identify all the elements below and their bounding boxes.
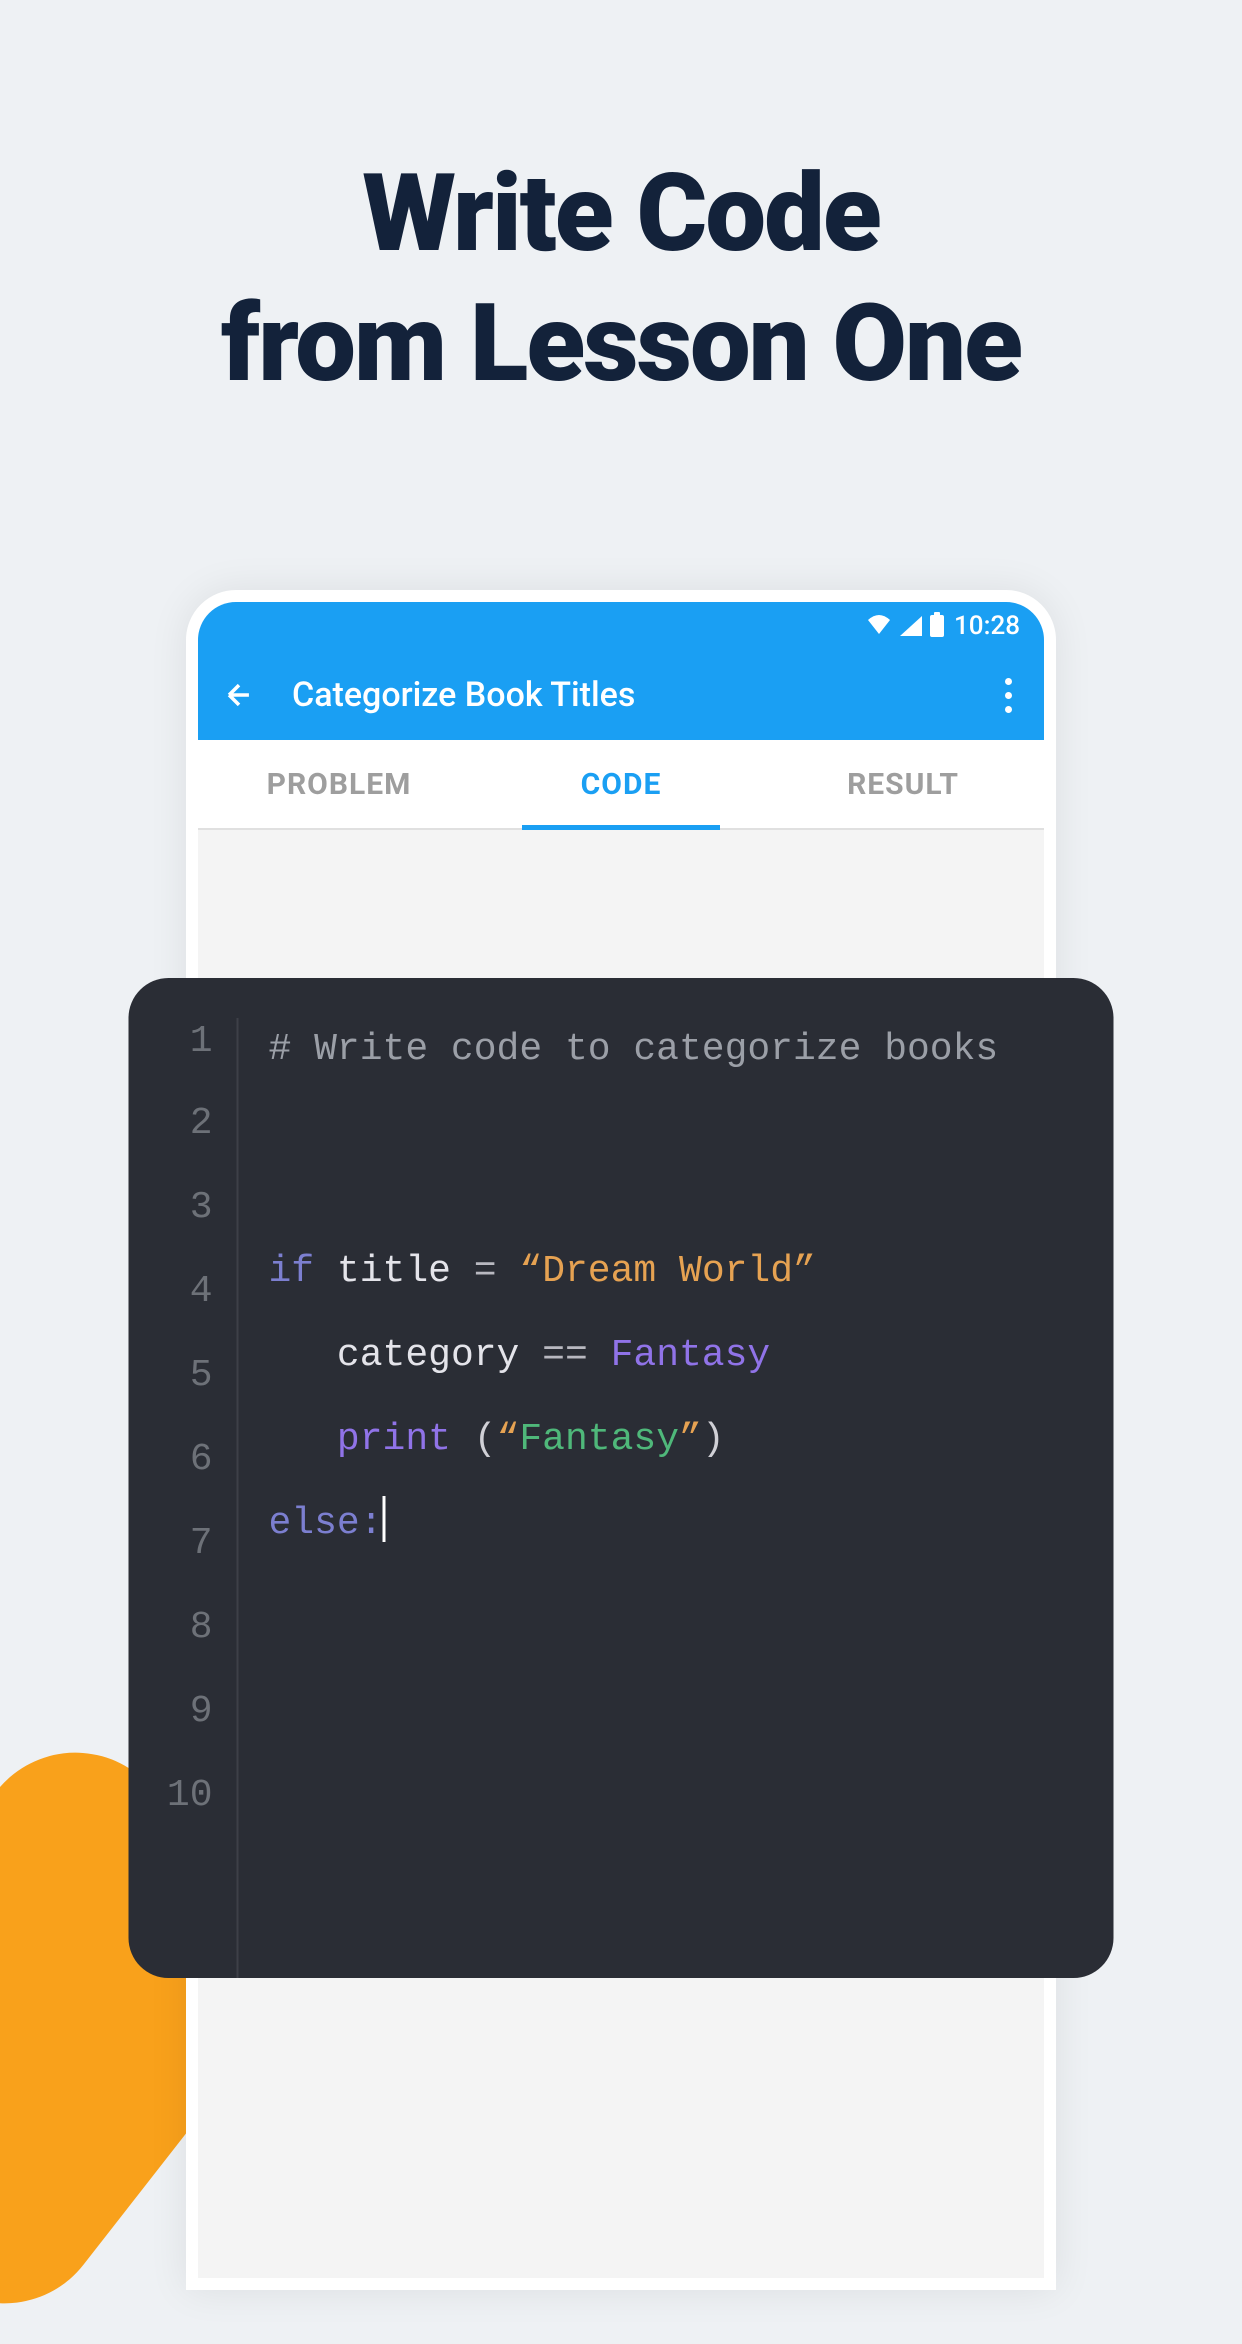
code-line-3: if title = “Dream World” — [269, 1230, 1094, 1314]
code-op: == — [542, 1334, 588, 1377]
tab-problem[interactable]: PROBLEM — [198, 740, 480, 828]
code-line-6: else: — [269, 1482, 1094, 1566]
tabs: PROBLEM CODE RESULT — [198, 740, 1044, 830]
back-arrow-icon[interactable] — [222, 678, 256, 712]
code-quote: ” — [793, 1250, 816, 1293]
line-numbers: 1 2 3 4 5 6 7 8 9 10 — [129, 1018, 239, 1978]
code-var: title — [337, 1250, 451, 1293]
headline-line2: from Lesson One — [221, 281, 1021, 407]
headline: Write Code from Lesson One — [0, 0, 1242, 409]
tab-problem-label: PROBLEM — [267, 767, 412, 802]
code-editor[interactable]: 1 2 3 4 5 6 7 8 9 10 # Write code to cat… — [129, 978, 1114, 1978]
status-bar: 10:28 — [198, 602, 1044, 650]
code-keyword: else: — [269, 1502, 383, 1545]
signal-icon — [900, 616, 922, 636]
line-number: 2 — [190, 1082, 213, 1166]
headline-line1: Write Code — [362, 151, 879, 277]
tab-result-label: RESULT — [847, 767, 959, 802]
code-quote: “ — [497, 1418, 520, 1461]
tab-result[interactable]: RESULT — [762, 740, 1044, 828]
line-number: 6 — [190, 1418, 213, 1502]
page-title: Categorize Book Titles — [292, 675, 635, 715]
code-quote: “ — [519, 1250, 542, 1293]
line-number: 5 — [190, 1334, 213, 1418]
line-number: 10 — [167, 1754, 213, 1838]
code-line-8 — [269, 1650, 1094, 1734]
code-line-1: # Write code to categorize books — [269, 1018, 1094, 1146]
code-paren: ) — [702, 1418, 725, 1461]
line-number: 1 — [190, 1018, 213, 1082]
code-func: print — [337, 1418, 451, 1461]
code-line-7 — [269, 1566, 1094, 1650]
code-comment: # Write code to categorize books — [269, 1028, 999, 1071]
app-bar-left: Categorize Book Titles — [222, 675, 635, 715]
code-op: = — [474, 1250, 497, 1293]
code-line-10 — [269, 1818, 1094, 1902]
code-line-4: category == Fantasy — [269, 1314, 1094, 1398]
tab-code-label: CODE — [581, 767, 662, 802]
code-string: Dream World — [542, 1250, 793, 1293]
code-var: category — [337, 1334, 519, 1377]
tab-code[interactable]: CODE — [480, 740, 762, 828]
status-icons — [866, 614, 944, 638]
code-line-9 — [269, 1734, 1094, 1818]
cursor-icon — [383, 1496, 386, 1542]
battery-icon — [930, 615, 944, 637]
code-string: Fantasy — [519, 1418, 679, 1461]
code-keyword: if — [269, 1250, 315, 1293]
line-number: 3 — [190, 1166, 213, 1250]
app-bar: Categorize Book Titles — [198, 650, 1044, 740]
more-vert-icon[interactable] — [997, 670, 1020, 721]
line-number: 8 — [190, 1586, 213, 1670]
code-content[interactable]: # Write code to categorize books if titl… — [239, 1018, 1114, 1978]
code-ident: Fantasy — [611, 1334, 771, 1377]
code-quote: ” — [679, 1418, 702, 1461]
line-number: 9 — [190, 1670, 213, 1754]
line-number: 7 — [190, 1502, 213, 1586]
wifi-icon — [866, 614, 892, 638]
code-line-5: print (“Fantasy”) — [269, 1398, 1094, 1482]
status-time: 10:28 — [954, 611, 1020, 641]
line-number: 4 — [190, 1250, 213, 1334]
code-paren: ( — [451, 1418, 497, 1461]
code-line-2 — [269, 1146, 1094, 1230]
